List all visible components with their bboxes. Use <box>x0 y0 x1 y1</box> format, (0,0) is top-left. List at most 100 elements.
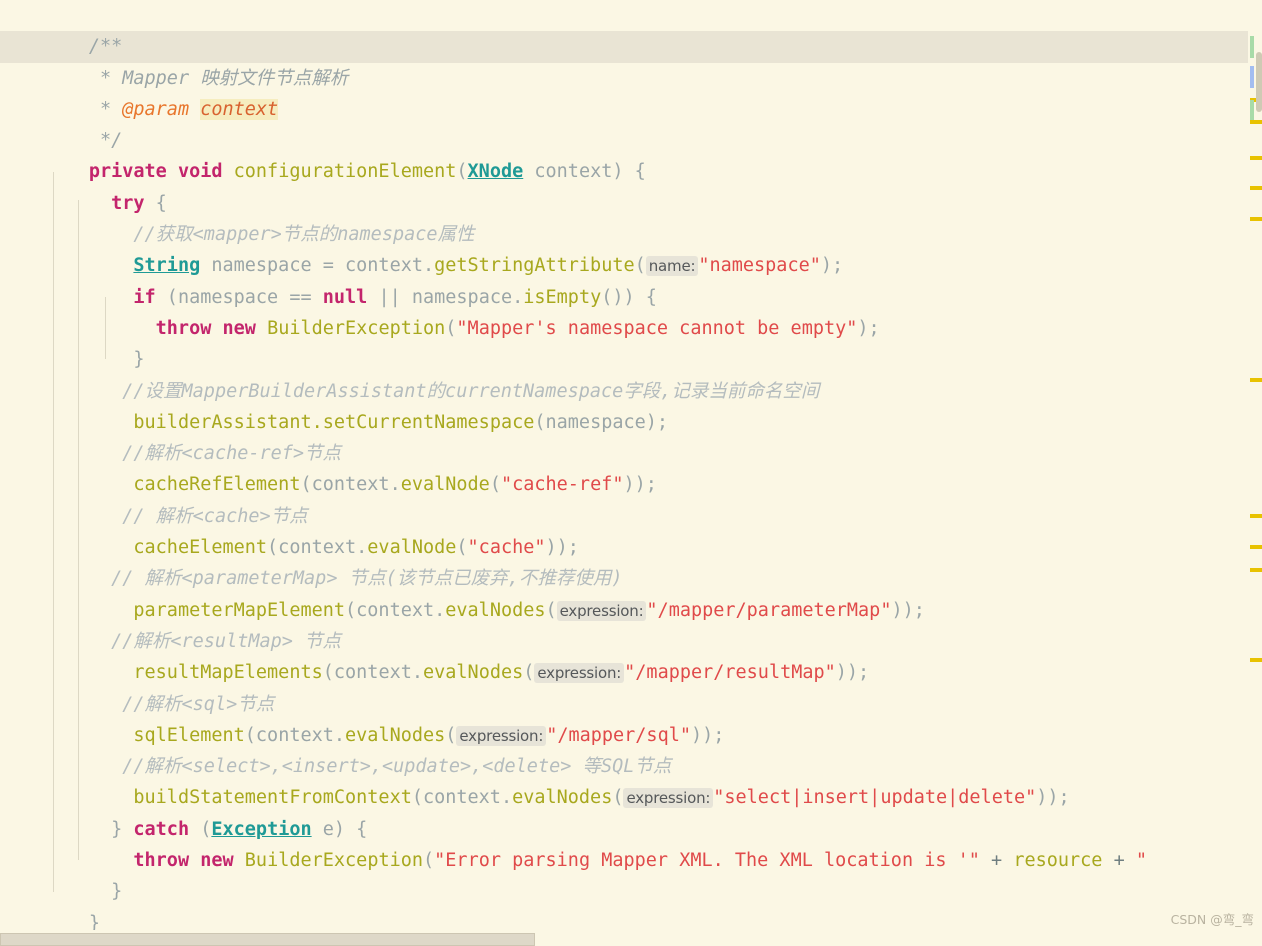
paren-open: ( <box>489 474 501 496</box>
operator-concat: + <box>1102 850 1136 872</box>
paren-open: ( <box>523 662 535 684</box>
brace-close: } <box>133 349 145 371</box>
context-open: (context. <box>345 599 446 621</box>
brace-close: } <box>88 912 100 930</box>
gutter-warning-marker[interactable] <box>1250 186 1262 190</box>
gutter-warning-marker[interactable] <box>1250 658 1262 662</box>
gutter-vcs-added-marker[interactable] <box>1250 100 1254 122</box>
keyword-new: new <box>222 317 256 339</box>
signature-tail: ) { <box>612 161 646 183</box>
statement-end: ); <box>820 255 844 277</box>
param-hint-expression[interactable]: expression: <box>623 788 714 809</box>
string-cache-ref: "cache-ref" <box>500 474 624 496</box>
gutter-warning-marker[interactable] <box>1250 378 1262 382</box>
watermark: CSDN @弯_弯 <box>1170 912 1254 927</box>
param-hint-expression[interactable]: expression: <box>556 600 647 621</box>
gutter-vcs-modified-marker[interactable] <box>1250 66 1254 88</box>
namespace-declaration: namespace = context. <box>200 255 435 277</box>
gutter-warning-marker[interactable] <box>1250 120 1262 124</box>
context-open: (context. <box>411 787 513 809</box>
javadoc-param-tag: @param <box>122 98 190 120</box>
method-resultMapElements: resultMapElements <box>133 662 323 684</box>
horizontal-scrollbar[interactable] <box>0 930 1262 946</box>
keyword-throw: throw <box>155 317 212 339</box>
string-statement-xpath: "select|insert|update|delete" <box>713 787 1037 809</box>
string-sql-xpath: "/mapper/sql" <box>546 724 691 746</box>
comment-text: //解析<resultMap> 节点 <box>111 630 342 652</box>
javadoc-open: /** <box>88 36 123 58</box>
paren-open: ( <box>612 787 624 809</box>
method-name-configurationElement: configurationElement <box>233 161 457 183</box>
if-condition-mid: || namespace. <box>367 286 524 308</box>
javadoc-star: * <box>99 67 112 89</box>
method-evalNodes: evalNodes <box>512 787 613 809</box>
code-surface[interactable]: /** * Mapper 映射文件节点解析 * @param context *… <box>0 0 1262 930</box>
brace-close: } <box>111 881 123 903</box>
type-String[interactable]: String <box>133 255 200 276</box>
context-open: (context. <box>322 662 423 684</box>
gutter-vcs-added-marker[interactable] <box>1250 36 1254 58</box>
param-hint-expression[interactable]: expression: <box>534 663 625 684</box>
code-line-comment-set-namespace[interactable]: //设置MapperBuilderAssistant的currentNamesp… <box>0 344 1262 402</box>
vertical-scrollbar-thumb[interactable] <box>1256 52 1262 112</box>
method-parameterMapElement: parameterMapElement <box>133 599 346 621</box>
context-open: (context. <box>244 724 346 746</box>
code-line-doc-open[interactable]: /** <box>0 0 1262 57</box>
context-open: (context. <box>267 537 368 559</box>
field-builderAssistant: builderAssistant. <box>133 411 323 433</box>
code-line-method-signature[interactable]: private void configurationElement(XNode … <box>0 125 1262 182</box>
class-BuilderException: BuilderException <box>267 317 446 339</box>
code-line-close-method[interactable]: } <box>0 876 1262 930</box>
string-result-map-xpath: "/mapper/resultMap" <box>624 662 836 684</box>
comment-text: // 解析<parameterMap> 节点(该节点已废弃,不推荐使用) <box>111 568 623 590</box>
if-condition-close: ()) { <box>601 286 657 308</box>
keyword-if: if <box>133 286 156 308</box>
code-line-comment-get-namespace[interactable]: //获取<mapper>节点的namespace属性 <box>0 188 1262 245</box>
method-sqlElement: sqlElement <box>133 724 245 746</box>
param-context: context <box>534 161 613 183</box>
keyword-catch: catch <box>133 818 190 840</box>
keyword-null: null <box>322 286 368 308</box>
method-evalNodes: evalNodes <box>423 662 524 684</box>
string-exception-message: "Mapper's namespace cannot be empty" <box>456 317 858 339</box>
comment-text: //解析<select>,<insert>,<update>,<delete> … <box>122 756 672 778</box>
paren-open: ( <box>200 818 212 840</box>
comment-text: //设置MapperBuilderAssistant的currentNamesp… <box>122 380 820 402</box>
keyword-try: try <box>111 192 145 214</box>
class-BuilderException: BuilderException <box>244 850 424 872</box>
javadoc-close: */ <box>99 130 123 152</box>
gutter-warning-marker[interactable] <box>1250 568 1262 572</box>
gutter-warning-marker[interactable] <box>1250 545 1262 549</box>
if-condition-open: (namespace == <box>155 286 323 308</box>
paren-open: ( <box>456 537 468 559</box>
context-open: (context. <box>300 474 401 496</box>
type-Exception[interactable]: Exception <box>211 819 311 840</box>
method-cacheElement: cacheElement <box>133 537 268 559</box>
string-parameter-map-xpath: "/mapper/parameterMap" <box>646 599 892 621</box>
gutter-warning-marker[interactable] <box>1250 156 1262 160</box>
operator-concat: + <box>979 850 1014 872</box>
method-evalNode: evalNode <box>367 537 457 559</box>
paren-open: ( <box>445 724 457 746</box>
comment-text: //解析<sql>节点 <box>122 693 275 715</box>
type-XNode[interactable]: XNode <box>468 161 524 182</box>
catch-tail: e) { <box>311 818 368 840</box>
horizontal-scrollbar-thumb[interactable] <box>0 933 535 946</box>
method-buildStatementFromContext: buildStatementFromContext <box>133 787 412 809</box>
javadoc-summary-text: Mapper 映射文件节点解析 <box>122 67 349 89</box>
statement-end: )); <box>690 724 725 746</box>
param-hint-name[interactable]: name: <box>645 256 699 277</box>
code-line-doc-summary[interactable]: * Mapper 映射文件节点解析 <box>0 31 1262 89</box>
analysis-gutter[interactable] <box>1248 0 1262 930</box>
code-editor-view[interactable]: /** * Mapper 映射文件节点解析 * @param context *… <box>0 0 1262 946</box>
paren-open: ( <box>634 255 646 277</box>
method-evalNode: evalNode <box>400 474 490 496</box>
statement-end: )); <box>623 474 657 496</box>
paren-open: ( <box>423 850 435 872</box>
paren-open: ( <box>445 317 457 339</box>
gutter-warning-marker[interactable] <box>1250 514 1262 518</box>
keyword-new: new <box>200 850 234 872</box>
statement-end: )); <box>1036 787 1070 809</box>
gutter-warning-marker[interactable] <box>1250 217 1262 221</box>
param-hint-expression[interactable]: expression: <box>456 725 547 746</box>
